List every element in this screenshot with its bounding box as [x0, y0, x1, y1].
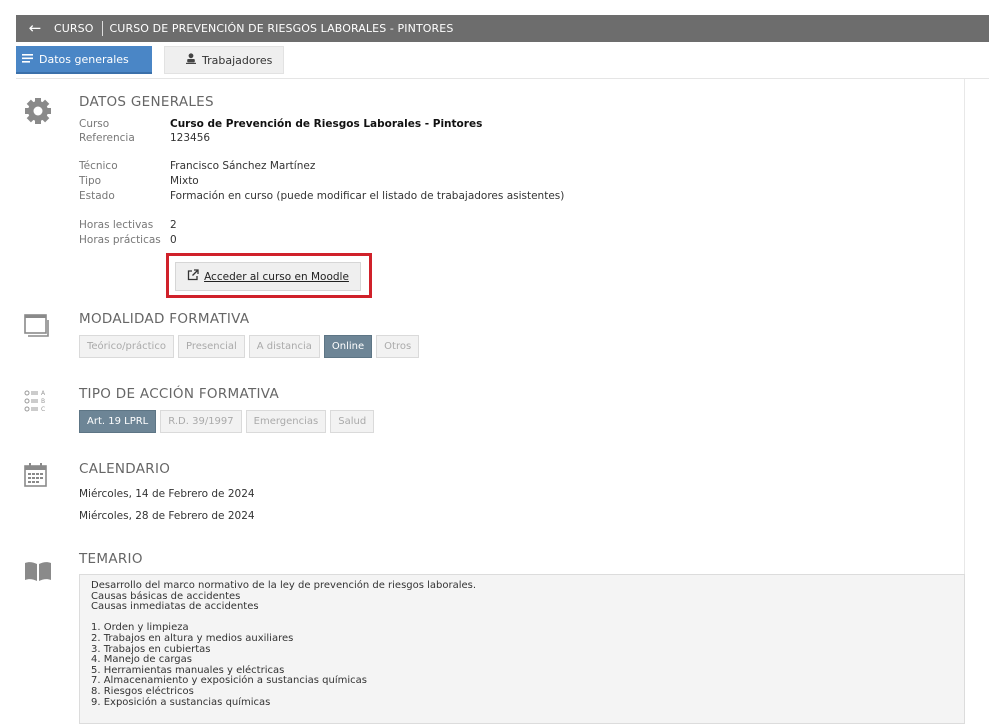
- gear-icon: [24, 97, 52, 129]
- field-label: Referencia: [79, 132, 135, 144]
- svg-text:A: A: [41, 390, 46, 397]
- external-link-icon: [187, 269, 199, 284]
- option-salud[interactable]: Salud: [330, 410, 375, 433]
- svg-text:B: B: [41, 398, 45, 405]
- moodle-button-label: Acceder al curso en Moodle: [204, 270, 349, 283]
- temario-blank-line: [91, 613, 953, 624]
- checklist-icon: ABC: [24, 389, 48, 419]
- tab-label: Datos generales: [39, 52, 129, 66]
- tab-trabajadores[interactable]: Trabajadores: [164, 46, 284, 74]
- temario-line: 7. Almacenamiento y exposición a sustanc…: [91, 675, 367, 687]
- field-label: Horas lectivas: [79, 219, 154, 231]
- modalidad-options: Teórico/práctico Presencial A distancia …: [79, 335, 423, 358]
- option-presencial[interactable]: Presencial: [177, 335, 245, 358]
- temario-line: 9. Exposición a sustancias químicas: [91, 696, 271, 708]
- calendar-date: Miércoles, 14 de Febrero de 2024: [79, 488, 255, 500]
- tab-bar: Datos generales Trabajadores: [16, 46, 284, 74]
- temario-line: 8. Riesgos eléctricos: [91, 685, 194, 697]
- field-horas-practicas: Horas prácticas 0: [79, 234, 177, 246]
- divider: [101, 21, 103, 36]
- temario-line: Causas inmediatas de accidentes: [91, 601, 259, 613]
- field-value: Formación en curso (puede modificar el l…: [170, 190, 565, 202]
- temario-textarea[interactable]: Desarrollo del marco normativo de la ley…: [79, 574, 965, 724]
- section-title-datos-generales: DATOS GENERALES: [79, 94, 214, 110]
- tab-label: Trabajadores: [202, 53, 273, 67]
- top-bar: ← CURSO CURSO DE PREVENCIÓN DE RIESGOS L…: [16, 15, 989, 42]
- field-tecnico: Técnico Francisco Sánchez Martínez: [79, 160, 315, 172]
- moodle-button[interactable]: Acceder al curso en Moodle: [175, 262, 361, 291]
- field-value: Mixto: [170, 175, 199, 187]
- field-value: 123456: [170, 132, 211, 144]
- field-label: Curso: [79, 118, 110, 130]
- temario-line: Desarrollo del marco normativo de la ley…: [91, 580, 477, 591]
- field-value: Curso de Prevención de Riesgos Laborales…: [170, 118, 483, 130]
- arrow-left-icon[interactable]: ←: [16, 15, 54, 42]
- option-teorico-practico[interactable]: Teórico/práctico: [79, 335, 174, 358]
- field-curso: Curso Curso de Prevención de Riesgos Lab…: [79, 118, 482, 130]
- left-margin: [0, 0, 16, 720]
- calendar-date: Miércoles, 28 de Febrero de 2024: [79, 510, 255, 522]
- option-a-distancia[interactable]: A distancia: [248, 335, 320, 358]
- tabs-divider: [16, 78, 989, 79]
- worker-icon: [186, 53, 196, 67]
- list-icon: [22, 53, 33, 66]
- field-label: Estado: [79, 190, 115, 202]
- field-referencia: Referencia 123456: [79, 132, 210, 144]
- section-title-calendario: CALENDARIO: [79, 461, 171, 477]
- course-title: CURSO DE PREVENCIÓN DE RIESGOS LABORALES…: [109, 22, 454, 35]
- option-online[interactable]: Online: [323, 335, 373, 358]
- field-label: Horas prácticas: [79, 234, 161, 246]
- section-title-accion: TIPO DE ACCIÓN FORMATIVA: [79, 386, 279, 402]
- option-emergencias[interactable]: Emergencias: [245, 410, 327, 433]
- option-art-19-lprl[interactable]: Art. 19 LPRL: [79, 410, 157, 433]
- field-value: Francisco Sánchez Martínez: [170, 160, 316, 172]
- field-label: Tipo: [79, 175, 102, 187]
- book-icon: [24, 561, 52, 587]
- section-label: CURSO: [54, 22, 94, 35]
- window-icon: [24, 314, 50, 342]
- tab-datos-generales[interactable]: Datos generales: [16, 46, 152, 74]
- field-horas-lectivas: Horas lectivas 2: [79, 219, 177, 231]
- temario-line: 2. Trabajos en altura y medios auxiliare…: [91, 632, 294, 644]
- svg-text:C: C: [41, 406, 45, 413]
- field-estado: Estado Formación en curso (puede modific…: [79, 190, 564, 202]
- option-rd-39-1997[interactable]: R.D. 39/1997: [160, 410, 242, 433]
- temario-line: 3. Trabajos en cubiertas: [91, 643, 211, 655]
- calendar-icon: [24, 462, 48, 492]
- section-title-modalidad: MODALIDAD FORMATIVA: [79, 311, 250, 327]
- field-tipo: Tipo Mixto: [79, 175, 199, 187]
- field-label: Técnico: [79, 160, 118, 172]
- field-value: 0: [170, 234, 177, 246]
- option-otros[interactable]: Otros: [376, 335, 420, 358]
- section-title-temario: TEMARIO: [79, 551, 143, 567]
- field-value: 2: [170, 219, 177, 231]
- accion-options: Art. 19 LPRL R.D. 39/1997 Emergencias Sa…: [79, 410, 378, 433]
